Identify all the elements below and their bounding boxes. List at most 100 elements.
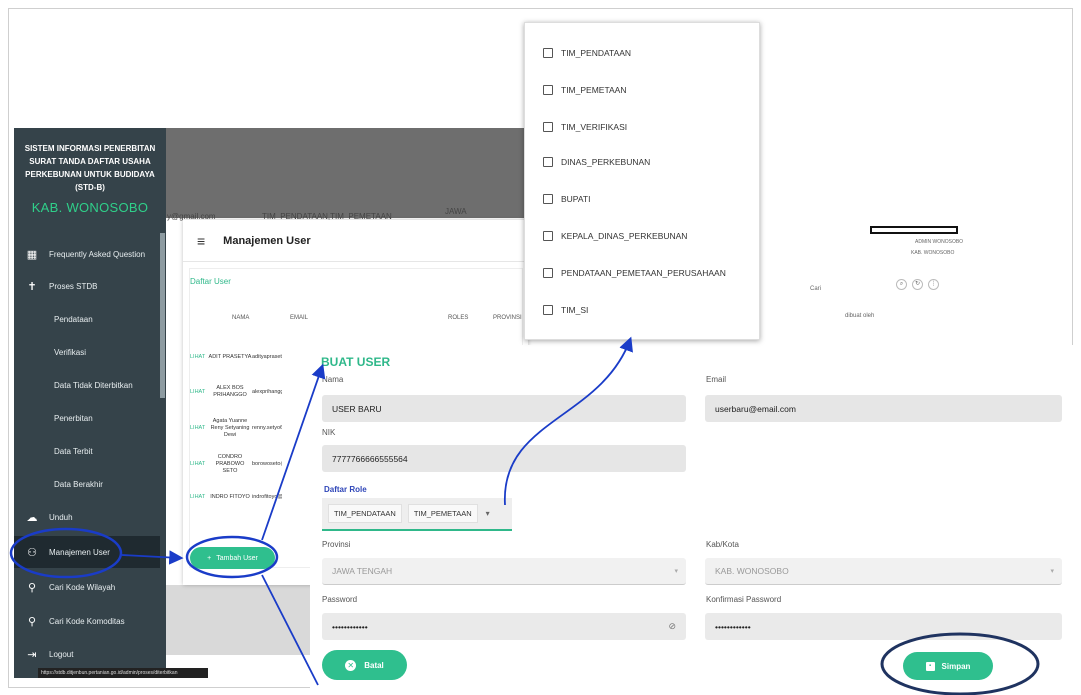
email-label: Email [706,375,727,384]
nama-label: Nama [322,375,344,384]
password-field[interactable]: •••••••••••• ⊘ [322,613,686,640]
nama-field[interactable]: USER BARU [322,395,686,422]
simpan-button[interactable]: ▪ Simpan [903,652,993,680]
role-option[interactable]: PENDATAAN_PEMETAAN_PERUSAHAAN [543,265,726,281]
sidebar-scrollbar[interactable] [160,233,165,398]
eye-off-icon[interactable]: ⊘ [668,621,676,632]
user-email-cell: indrofitoyo@ [252,494,282,500]
save-icon: ▪ [925,661,935,671]
user-email-cell: alexprihanggo@ [252,389,282,395]
sidebar-item-data-berakhir[interactable]: Data Berakhir [14,468,160,500]
role-option[interactable]: DINAS_PERKEBUNAN [543,154,650,170]
sidebar-item-label: Data Berakhir [54,479,103,489]
sidebar-item-proses-stdb[interactable]: ✝ Proses STDB [14,270,160,302]
menu-dots-icon[interactable]: ⋮ [928,279,939,290]
table-row: LIHAT Agata Yuanne Reny Setyaning Dewi r… [190,415,282,441]
sidebar-item-pendataan[interactable]: Pendataan [14,303,160,335]
kabkota-select[interactable]: KAB. WONOSOBO ▾ [705,558,1062,585]
checkbox[interactable] [543,194,553,204]
page: y@gmail.com TIM_PENDATAAN,TIM_PEMETAAN J… [0,0,1081,695]
role-option[interactable]: TIM_VERIFIKASI [543,119,627,135]
sidebar-item-verifikasi[interactable]: Verifikasi [14,336,160,368]
redacted-box [870,226,958,234]
panel-title: Manajemen User [223,234,311,247]
refresh-icon[interactable]: ↻ [912,279,923,290]
password-value: •••••••••••• [332,621,368,632]
form-title: BUAT USER [321,355,391,369]
simpan-label: Simpan [941,661,971,671]
cloud-download-icon: ☁ [26,511,38,524]
user-name-cell: CONDRO PRABOWO SETO [215,453,245,474]
sidebar-item-unduh[interactable]: ☁ Unduh [14,501,160,533]
role-option[interactable]: TIM_PEMETAAN [543,82,627,98]
col-dibuat-oleh: dibuat oleh [845,313,875,319]
buat-user-form: BUAT USER Nama USER BARU Email userbaru@… [310,345,1076,690]
role-select[interactable]: TIM_PENDATAAN TIM_PEMETAAN ▾ [322,498,512,531]
col-email[interactable]: EMAIL [290,315,308,321]
user-name: ADMIN WONOSOBO [915,239,964,245]
checkbox[interactable] [543,48,553,58]
role-option[interactable]: TIM_PENDATAAN [543,45,631,61]
sidebar-item-label: Proses STDB [49,281,98,291]
checkbox[interactable] [543,268,553,278]
person-icon: ✝ [27,280,37,293]
table-row: LIHAT ADIT PRASETYA adityaprasetya@ [190,351,282,363]
role-option[interactable]: KEPALA_DINAS_PERKEBUNAN [543,228,687,244]
provinsi-select[interactable]: JAWA TENGAH ▾ [322,558,686,585]
sidebar-item-logout[interactable]: ⇥ Logout [14,638,160,670]
role-option-label: TIM_SI [561,305,589,315]
lihat-link[interactable]: LIHAT [190,354,208,360]
konfirmasi-value: •••••••••••• [715,621,751,632]
email-field[interactable]: userbaru@email.com [705,395,1062,422]
sidebar-item-label: Manajemen User [49,547,110,557]
sidebar-item-penerbitan[interactable]: Penerbitan [14,402,160,434]
konfirmasi-password-field[interactable]: •••••••••••• [705,613,1062,640]
col-nama[interactable]: NAMA [232,315,249,321]
lihat-link[interactable]: LIHAT [190,389,208,395]
lihat-link[interactable]: LIHAT [190,461,208,467]
lihat-link[interactable]: LIHAT [190,494,208,500]
sidebar-item-manajemen-user[interactable]: ⚇ Manajemen User [14,536,160,568]
checkbox[interactable] [543,305,553,315]
sidebar-item-cari-kode-komoditas[interactable]: ⚲ Cari Kode Komoditas [14,605,160,637]
sidebar-item-label: Pendataan [54,314,93,324]
bg-province-fragment: JAWA [445,207,467,216]
lihat-link[interactable]: LIHAT [190,425,208,431]
nik-field[interactable]: 7777766666555564 [322,445,686,472]
hamburger-icon[interactable]: ≡ [197,233,205,249]
search-placeholder[interactable]: Cari [810,286,821,292]
role-option[interactable]: TIM_SI [543,302,588,318]
tambah-user-label: Tambah User [216,554,258,562]
role-chip[interactable]: TIM_PENDATAAN [328,504,402,523]
batal-button[interactable]: ✕ Batal [322,650,407,680]
col-provinsi[interactable]: PROVINSI [493,315,522,321]
close-icon: ✕ [345,659,357,671]
sidebar-item-data-terbit[interactable]: Data Terbit [14,435,160,467]
table-row: LIHAT ALEX BOS PRIHANGGO alexprihanggo@ [190,383,282,401]
sidebar-item-faq[interactable]: ▦ Frequently Asked Question [14,238,160,270]
search-icon[interactable]: ⌕ [896,279,907,290]
user-name-cell: ADIT PRASETYA [208,353,252,360]
role-chip[interactable]: TIM_PEMETAAN [407,504,478,523]
kabkota-value: KAB. WONOSOBO [715,566,789,576]
checkbox[interactable] [543,231,553,241]
sidebar-item-label: Logout [49,649,74,659]
chevron-down-icon[interactable]: ▾ [486,509,490,518]
provinsi-label: Provinsi [322,540,351,549]
sidebar-item-data-tidak-diterbitkan[interactable]: Data Tidak Diterbitkan [14,369,160,401]
role-option[interactable]: BUPATI [543,191,590,207]
tambah-user-button[interactable]: + Tambah User [190,547,275,569]
checkbox[interactable] [543,157,553,167]
background-footer [165,585,325,655]
role-option-label: TIM_PENDATAAN [561,48,632,58]
checkbox[interactable] [543,122,553,132]
checkbox[interactable] [543,85,553,95]
provinsi-value: JAWA TENGAH [332,566,393,576]
role-option-label: BUPATI [561,194,591,204]
col-roles[interactable]: ROLES [448,315,468,321]
sidebar-item-cari-kode-wilayah[interactable]: ⚲ Cari Kode Wilayah [14,571,160,603]
user-name-cell: INDRO FITOYO [210,493,250,500]
sidebar-item-label: Data Terbit [54,446,93,456]
nik-label: NIK [322,428,336,437]
search-icon: ⚲ [27,581,37,594]
